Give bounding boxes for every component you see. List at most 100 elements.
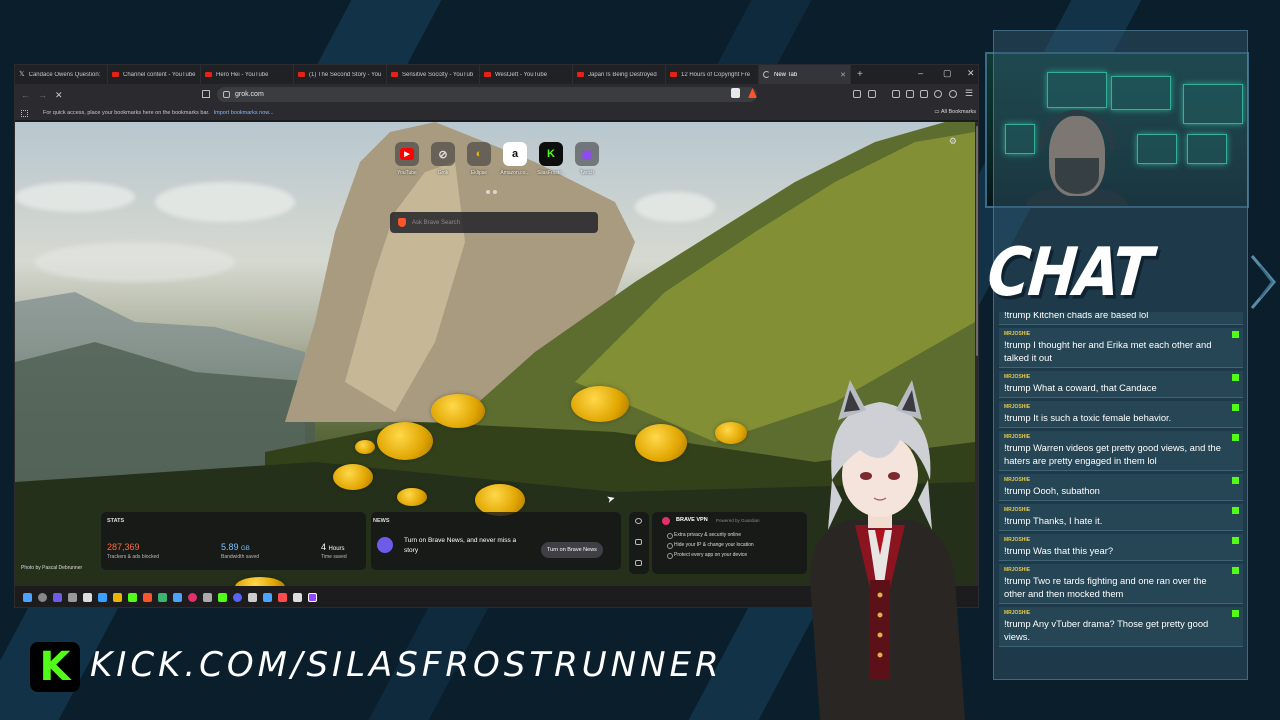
photos-icon[interactable] [98,593,107,602]
back-icon[interactable]: ← [21,90,30,100]
app-icon[interactable] [158,593,167,602]
tab[interactable]: (1) The Second Story - You [294,65,387,84]
tab[interactable]: Japan Is Being Destroyed [573,65,666,84]
forward-icon[interactable]: → [38,90,47,100]
minimize-icon[interactable]: – [918,68,923,78]
wallet-icon[interactable] [868,90,876,98]
vpn-feature: Hide your IP & change your location [667,542,754,549]
address-bar[interactable]: grok.com [217,87,757,102]
bandwidth-unit: GB [241,546,250,552]
chat-text: !trump Warren videos get pretty good vie… [1004,442,1221,466]
play-icon: ▶ [400,148,414,160]
top-sites-pager[interactable] [486,190,497,194]
app-icon[interactable] [278,593,287,602]
chat-username: MRJOSHIE [1004,404,1031,410]
pager-dot[interactable] [486,190,490,194]
time-stat: 4 Hours Time saved [321,542,347,560]
app-icon[interactable] [188,593,197,602]
vpn-widget-icon[interactable] [635,518,642,524]
bookmark-icon[interactable] [202,90,210,98]
tab-new-tab[interactable]: New Tab ✕ [759,65,851,84]
tab[interactable]: Hero Hei - YouTube [201,65,294,84]
maximize-icon[interactable]: ▢ [943,68,952,79]
discord-icon[interactable] [233,593,242,602]
menu-icon[interactable]: ☰ [965,88,973,99]
youtube-icon [205,72,212,77]
brave-app-icon[interactable] [143,593,152,602]
app-icon[interactable] [218,593,227,602]
leo-icon[interactable] [934,90,942,98]
chat-text: !trump Thanks, I hate it. [1004,515,1103,526]
kick-badge-icon [1232,507,1239,514]
top-site-youtube[interactable]: ▶ YouTube [393,142,421,176]
close-tab-icon[interactable]: ✕ [840,71,846,79]
tab[interactable]: 12 Hours of Copyright Fre [666,65,759,84]
chat-username: MRJOSHIE [1004,537,1031,543]
extensions-icon[interactable] [853,90,861,98]
youtube-icon [391,72,398,77]
grok-icon: ⊘ [431,142,455,166]
brave-search-box[interactable]: Ask Brave Search [390,212,598,233]
close-window-icon[interactable]: ✕ [967,68,975,79]
search-icon[interactable] [38,593,47,602]
top-site-silasfrostr[interactable]: K SilasFrostr... [537,142,565,176]
rewards-widget-icon[interactable] [635,560,642,566]
apps-icon[interactable] [21,110,28,117]
brave-shields-icon[interactable] [731,88,740,98]
chat-text: !trump What a coward, that Candace [1004,382,1157,393]
chat-messages[interactable]: !trump Kitchen chads are based lol MRJOSH… [999,312,1243,672]
toolbar: ← → ✕ grok.com ☰ [15,84,978,106]
flower [333,464,373,490]
stop-icon[interactable]: ✕ [55,90,63,101]
tab[interactable]: Sensitive Soci3ty - YouTub [387,65,480,84]
top-site-eklipse[interactable]: ◐ Eklipse [465,142,493,176]
app-icon[interactable] [248,593,257,602]
talk-widget-icon[interactable] [635,539,642,545]
sidebar-icon[interactable] [906,90,914,98]
tab[interactable]: WestJett - YouTube [480,65,573,84]
chat-title: CHAT [984,232,1154,312]
app-icon[interactable] [293,593,302,602]
tab[interactable]: 𝕏 Candace Owens Question: [15,65,108,84]
vpn-icon[interactable] [949,90,957,98]
app-icon[interactable] [263,593,272,602]
start-icon[interactable] [23,593,32,602]
trackers-stat: 287,369 Trackers & ads blocked [107,542,159,560]
top-site-amazon-co[interactable]: a Amazon.co... [500,142,530,176]
top-site-twitch[interactable]: ▣ Twitch [573,142,601,176]
flower [635,424,687,462]
explorer-icon[interactable] [113,593,122,602]
reading-list-icon[interactable] [920,90,928,98]
chat-message: MRJOSHIE !trump I thought her and Erika m… [999,328,1243,368]
news-header: NEWS [373,518,390,524]
widgets-icon[interactable] [68,593,77,602]
new-tab-button[interactable]: + [857,69,863,80]
site-info-icon[interactable] [223,91,230,98]
turn-on-news-button[interactable]: Turn on Brave News [541,542,603,558]
kick-badge-icon [1232,331,1239,338]
vpn-logo-icon [662,517,670,525]
vpn-feature: Extra privacy & security online [667,532,741,539]
kick-badge-icon [1232,477,1239,484]
flower [715,422,747,444]
chat-text: !trump Was that this year? [1004,545,1114,556]
calendar-icon[interactable] [83,593,92,602]
media-icon[interactable] [892,90,900,98]
settings-gear-icon[interactable]: ⚙ [949,136,957,147]
tab-label: WestJett - YouTube [495,71,548,78]
photo-credit: Photo by Pascal Debrunner [21,565,83,571]
pager-dot[interactable] [493,190,497,194]
teams-icon[interactable] [53,593,62,602]
loading-icon [763,71,770,78]
app-icon[interactable] [203,593,212,602]
news-widget: NEWS Turn on Brave News, and never miss … [371,512,621,570]
top-site-grok[interactable]: ⊘ Grok [429,142,457,176]
scrollbar-thumb[interactable] [976,126,978,356]
app-icon[interactable] [173,593,182,602]
import-bookmarks-link[interactable]: Import bookmarks now... [214,110,274,116]
tab[interactable]: Channel content - YouTube [108,65,201,84]
all-bookmarks-button[interactable]: ▭ All Bookmarks [934,109,976,115]
kick-app-icon[interactable] [128,593,137,602]
obs-icon[interactable] [308,593,317,602]
chat-message: MRJOSHIE !trump Warren videos get pretty … [999,431,1243,471]
